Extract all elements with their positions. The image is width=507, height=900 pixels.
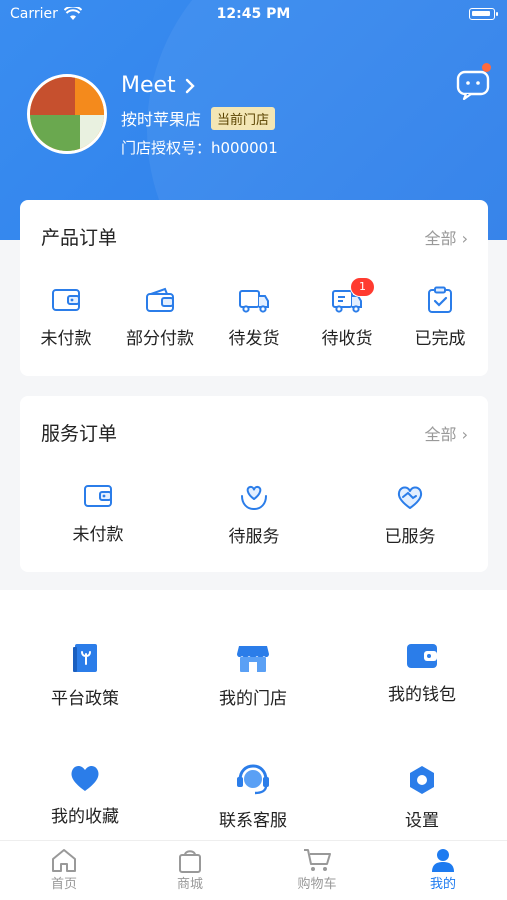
wallet-icon — [407, 644, 437, 668]
menu-grid: 平台政策 我的门店 我的钱包 我的收藏 联系客服 设置 — [0, 590, 507, 840]
tab-mine[interactable]: 我的 — [423, 847, 463, 892]
service-orders-all-link[interactable]: 全部 › — [425, 421, 469, 445]
settings-icon — [410, 766, 434, 794]
order-to-receive-label: 待收货 — [321, 329, 373, 349]
profile-name[interactable]: Meet — [121, 73, 196, 98]
service-done-label: 已服务 — [384, 527, 436, 547]
product-orders-all-link[interactable]: 全部 › — [425, 225, 469, 249]
menu-settings-label: 设置 — [405, 811, 439, 831]
to-receive-count-badge: 1 — [350, 277, 375, 297]
menu-customer-service[interactable]: 联系客服 — [208, 764, 298, 831]
order-to-ship[interactable]: 待发货 — [216, 286, 292, 349]
service-pending[interactable]: 待服务 — [213, 482, 295, 547]
hand-heart-icon — [241, 485, 267, 511]
clock: 12:45 PM — [216, 6, 291, 22]
order-completed[interactable]: 已完成 — [402, 286, 478, 349]
menu-my-wallet[interactable]: 我的钱包 — [377, 642, 467, 705]
service-pending-label: 待服务 — [228, 527, 280, 547]
product-orders-card: 产品订单 全部 › 未付款 部分付款 待发货 待收货 1 已完成 — [20, 200, 488, 376]
chevron-right-icon — [185, 78, 195, 93]
menu-platform-policy[interactable]: 平台政策 — [40, 642, 130, 709]
store-name: 按时苹果店 — [121, 110, 202, 129]
tab-cart-label: 购物车 — [297, 877, 337, 892]
cart-icon — [304, 849, 331, 871]
order-to-ship-label: 待发货 — [228, 329, 280, 349]
wallet-partial-icon — [146, 287, 174, 312]
tab-home[interactable]: 首页 — [44, 847, 84, 892]
product-orders-title: 产品订单 — [41, 227, 118, 249]
tab-mall[interactable]: 商城 — [170, 847, 210, 892]
status-bar: Carrier 12:45 PM — [0, 0, 507, 30]
order-partial-paid-label: 部分付款 — [126, 329, 194, 349]
tab-home-label: 首页 — [50, 877, 77, 892]
menu-favorites[interactable]: 我的收藏 — [40, 764, 130, 827]
truck-icon — [239, 290, 269, 313]
clipboard-check-icon — [428, 286, 452, 313]
service-done[interactable]: 已服务 — [369, 482, 451, 547]
handshake-heart-icon — [397, 486, 423, 509]
store-icon — [237, 646, 269, 672]
license-number: 门店授权号：h000001 — [121, 139, 278, 157]
menu-my-wallet-label: 我的钱包 — [388, 685, 456, 705]
wallet-icon — [84, 485, 112, 507]
service-unpaid[interactable]: 未付款 — [57, 482, 139, 545]
menu-my-store[interactable]: 我的门店 — [208, 642, 298, 709]
menu-settings[interactable]: 设置 — [377, 764, 467, 831]
service-unpaid-label: 未付款 — [72, 525, 124, 545]
tab-bar: 首页 商城 购物车 我的 — [0, 840, 507, 900]
order-partial-paid[interactable]: 部分付款 — [114, 286, 206, 349]
avatar[interactable] — [27, 74, 107, 154]
message-icon[interactable] — [456, 70, 490, 100]
home-icon — [52, 849, 76, 872]
order-completed-label: 已完成 — [414, 329, 466, 349]
order-to-receive[interactable]: 待收货 — [309, 286, 385, 349]
tab-mall-label: 商城 — [176, 877, 203, 892]
current-store-badge: 当前门店 — [211, 106, 276, 130]
headset-icon — [237, 764, 269, 795]
store-row: 按时苹果店 当前门店 — [121, 106, 276, 130]
profile-name-text: Meet — [121, 73, 176, 98]
menu-my-store-label: 我的门店 — [219, 689, 287, 709]
menu-platform-policy-label: 平台政策 — [51, 689, 119, 709]
tab-mine-label: 我的 — [429, 877, 456, 892]
wallet-icon — [52, 289, 80, 311]
bag-icon — [179, 850, 201, 873]
menu-customer-service-label: 联系客服 — [219, 811, 287, 831]
service-orders-title: 服务订单 — [41, 423, 118, 445]
order-unpaid-label: 未付款 — [40, 329, 92, 349]
heart-icon — [71, 765, 99, 791]
order-unpaid[interactable]: 未付款 — [28, 286, 104, 349]
service-orders-card: 服务订单 全部 › 未付款 待服务 已服务 — [20, 396, 488, 572]
policy-book-icon — [73, 644, 97, 672]
notification-dot — [482, 63, 491, 72]
battery-icon — [469, 8, 498, 20]
tab-cart[interactable]: 购物车 — [292, 847, 342, 892]
user-icon — [432, 849, 454, 872]
menu-favorites-label: 我的收藏 — [51, 807, 119, 827]
